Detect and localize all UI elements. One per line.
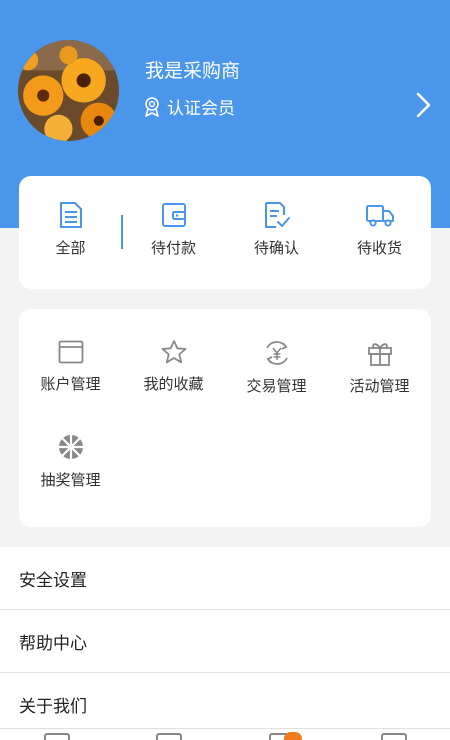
wheel-icon (58, 435, 83, 459)
star-icon (161, 340, 186, 364)
tool-account-label: 账户管理 (40, 375, 101, 393)
tool-favorites-label: 我的收藏 (143, 375, 204, 393)
list-item-help[interactable]: 帮助中心 (0, 610, 450, 673)
yuan-exchange-icon (265, 341, 288, 365)
orders-card: 全部 待付款 待确认 待收货 (19, 176, 431, 289)
order-pending-confirm[interactable]: 待确认 (225, 201, 328, 258)
list-item-label: 关于我们 (19, 696, 87, 717)
tool-transactions-label: 交易管理 (246, 377, 307, 395)
order-pending-receipt-label: 待收货 (356, 239, 402, 257)
document-icon (59, 202, 82, 228)
flower-photo-icon (18, 40, 119, 141)
checklist-icon (264, 202, 290, 228)
tool-activities[interactable]: 活动管理 (328, 339, 431, 396)
member-label: 认证会员 (167, 99, 235, 119)
list-item-about[interactable]: 关于我们 (0, 673, 450, 736)
tool-lottery-label: 抽奖管理 (40, 471, 101, 489)
order-all[interactable]: 全部 (19, 201, 122, 258)
tool-transactions[interactable]: 交易管理 (225, 339, 328, 396)
chevron-right-icon[interactable] (414, 90, 434, 120)
settings-list: 安全设置 帮助中心 关于我们 (0, 547, 450, 736)
tab-home-icon[interactable] (44, 733, 70, 740)
tool-activities-label: 活动管理 (349, 377, 410, 395)
username: 我是采购商 (145, 60, 241, 82)
tools-card: 账户管理 我的收藏 交易管理 活动管理 抽奖管理 (19, 309, 431, 527)
tab-profile-icon[interactable] (381, 733, 407, 740)
bottom-tab-bar (0, 728, 450, 740)
truck-icon (365, 205, 394, 227)
wallet-icon (161, 203, 186, 227)
tool-favorites[interactable]: 我的收藏 (122, 339, 225, 394)
order-pending-payment-label: 待付款 (150, 239, 196, 257)
cart-badge (284, 732, 302, 740)
account-card-icon (58, 340, 83, 364)
member-badge: 认证会员 (143, 94, 235, 119)
tab-category-icon[interactable] (156, 733, 182, 740)
tool-lottery[interactable]: 抽奖管理 (19, 433, 122, 490)
list-item-security[interactable]: 安全设置 (0, 547, 450, 610)
tool-account[interactable]: 账户管理 (19, 339, 122, 394)
order-all-label: 全部 (55, 239, 86, 257)
list-item-label: 帮助中心 (19, 633, 87, 654)
badge-icon (145, 96, 159, 117)
order-pending-receipt[interactable]: 待收货 (328, 201, 431, 258)
order-pending-payment[interactable]: 待付款 (122, 201, 225, 258)
avatar[interactable] (18, 40, 119, 141)
gift-icon (367, 343, 392, 366)
order-pending-confirm-label: 待确认 (253, 239, 299, 257)
list-item-label: 安全设置 (19, 570, 87, 591)
